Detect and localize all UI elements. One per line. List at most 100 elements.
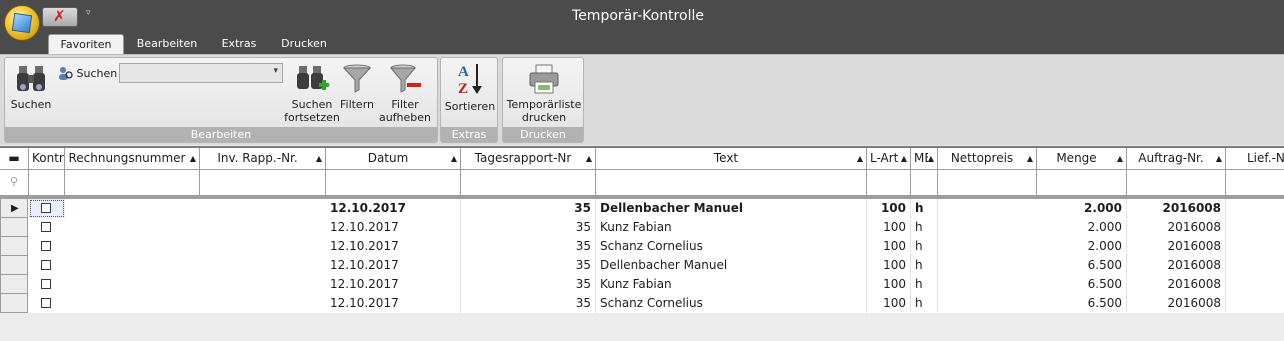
cell-text[interactable]: Dellenbacher Manuel [596, 199, 867, 218]
filter-cell-rechnungsnummer[interactable] [65, 170, 200, 196]
filter-cell-datum[interactable] [326, 170, 461, 196]
chevron-down-icon[interactable]: ▾ [273, 66, 278, 76]
cell-l-art[interactable]: 100 [867, 199, 911, 218]
filter-button[interactable]: Filtern [335, 64, 379, 111]
filter-cell-inv-rapp-nr[interactable] [200, 170, 326, 196]
column-header-lief-nr[interactable]: Lief.-Nr. [1226, 148, 1284, 170]
cell-menge[interactable]: 2.000 [1037, 199, 1127, 218]
cell-text[interactable]: Schanz Cornelius [596, 294, 867, 313]
column-header-inv-rapp-nr[interactable]: Inv. Rapp.-Nr. ▲ [200, 148, 326, 170]
cell-auftrag[interactable]: 2016008 [1127, 218, 1226, 237]
cell-menge[interactable]: 2.000 [1037, 237, 1127, 256]
row-selector[interactable] [0, 237, 28, 256]
filter-cell-kontrolliert[interactable] [29, 170, 65, 196]
cell-auftrag[interactable]: 2016008 [1127, 256, 1226, 275]
cell-menge[interactable]: 6.500 [1037, 256, 1127, 275]
cell-me[interactable]: h [911, 256, 938, 275]
cell-auftrag[interactable]: 2016008 [1127, 275, 1226, 294]
tab-drucken[interactable]: Drucken [274, 34, 334, 54]
filter-cell-tagesrapport-nr[interactable] [461, 170, 596, 196]
cell-auftrag[interactable]: 2016008 [1127, 199, 1226, 218]
sort-button[interactable]: A Z Sortieren [443, 62, 497, 113]
kontrolliert-checkbox[interactable] [41, 260, 51, 270]
cell-tagesrapport[interactable]: 35 [461, 256, 596, 275]
application-menu-button[interactable] [4, 5, 40, 41]
cell-text[interactable]: Kunz Fabian [596, 218, 867, 237]
cell-datum[interactable]: 12.10.2017 [326, 294, 461, 313]
cell-tagesrapport[interactable]: 35 [461, 294, 596, 313]
cell-auftrag[interactable]: 2016008 [1127, 294, 1226, 313]
cell-menge[interactable]: 6.500 [1037, 294, 1127, 313]
filter-cell-me[interactable] [911, 170, 938, 196]
cell-me[interactable]: h [911, 237, 938, 256]
cell-l-art[interactable]: 100 [867, 256, 911, 275]
row-selector[interactable]: ▶ [0, 199, 28, 218]
table-row[interactable]: ▶ 12.10.2017 35 Dellenbacher Manuel 100 … [0, 199, 1284, 218]
filter-cell-text[interactable] [596, 170, 867, 196]
column-header-text[interactable]: Text ▲ [596, 148, 867, 170]
cell-datum[interactable]: 12.10.2017 [326, 218, 461, 237]
tab-favoriten[interactable]: Favoriten [48, 34, 124, 55]
cell-l-art[interactable]: 100 [867, 218, 911, 237]
kontrolliert-checkbox[interactable] [41, 241, 51, 251]
cell-text[interactable]: Kunz Fabian [596, 275, 867, 294]
filter-cell-menge[interactable] [1037, 170, 1127, 196]
row-selector[interactable] [0, 218, 28, 237]
cell-l-art[interactable]: 100 [867, 294, 911, 313]
cell-datum[interactable]: 12.10.2017 [326, 256, 461, 275]
column-header-me[interactable]: ME ▲ [911, 148, 938, 170]
cell-l-art[interactable]: 100 [867, 237, 911, 256]
kontrolliert-checkbox[interactable] [41, 222, 51, 232]
table-row[interactable]: 12.10.2017 35 Schanz Cornelius 100 h 2.0… [0, 237, 1284, 256]
cell-tagesrapport[interactable]: 35 [461, 237, 596, 256]
table-row[interactable]: 12.10.2017 35 Schanz Cornelius 100 h 6.5… [0, 294, 1284, 313]
row-selector[interactable] [0, 275, 28, 294]
filter-cell-nettopreis[interactable] [938, 170, 1037, 196]
row-selector[interactable] [0, 294, 28, 313]
cell-menge[interactable]: 6.500 [1037, 275, 1127, 294]
cell-datum[interactable]: 12.10.2017 [326, 275, 461, 294]
table-row[interactable]: 12.10.2017 35 Dellenbacher Manuel 100 h … [0, 256, 1284, 275]
cell-tagesrapport[interactable]: 35 [461, 218, 596, 237]
column-header-datum[interactable]: Datum ▲ [326, 148, 461, 170]
column-header-auftrag-nr[interactable]: Auftrag-Nr. ▲ [1127, 148, 1226, 170]
filter-cell-l-art[interactable] [867, 170, 911, 196]
cell-me[interactable]: h [911, 294, 938, 313]
print-list-button[interactable]: Temporärliste drucken [505, 64, 583, 124]
search-button[interactable]: Suchen [9, 64, 53, 111]
cell-menge[interactable]: 2.000 [1037, 218, 1127, 237]
column-header-nettopreis[interactable]: Nettopreis ▲ [938, 148, 1037, 170]
cell-datum[interactable]: 12.10.2017 [326, 237, 461, 256]
row-selector[interactable] [0, 256, 28, 275]
select-all-header[interactable]: ▬ [0, 148, 29, 170]
cell-me[interactable]: h [911, 275, 938, 294]
search-combo[interactable]: ▾ [119, 63, 283, 83]
filter-cell-lief-nr[interactable] [1226, 170, 1284, 196]
cell-l-art[interactable]: 100 [867, 275, 911, 294]
cell-text[interactable]: Dellenbacher Manuel [596, 256, 867, 275]
continue-search-button[interactable]: Suchen fortsetzen [283, 64, 341, 124]
column-header-menge[interactable]: Menge ▲ [1037, 148, 1127, 170]
column-header-tagesrapport-nr[interactable]: Tagesrapport-Nr ▲ [461, 148, 596, 170]
table-row[interactable]: 12.10.2017 35 Kunz Fabian 100 h 2.000 20… [0, 218, 1284, 237]
cell-tagesrapport[interactable]: 35 [461, 199, 596, 218]
column-header-l-art[interactable]: L-Art ▲ [867, 148, 911, 170]
kontrolliert-checkbox[interactable] [41, 203, 51, 213]
remove-filter-button[interactable]: Filter aufheben [377, 64, 433, 124]
search-small-button[interactable]: Suchen [57, 66, 117, 80]
cell-me[interactable]: h [911, 199, 938, 218]
table-row[interactable]: 12.10.2017 35 Kunz Fabian 100 h 6.500 20… [0, 275, 1284, 294]
column-header-kontrolliert[interactable]: Kontrolliert [29, 148, 65, 170]
column-header-rechnungsnummer[interactable]: Rechnungsnummer ▲ [65, 148, 200, 170]
kontrolliert-checkbox[interactable] [41, 279, 51, 289]
filter-row-icon[interactable]: ⚲ [0, 170, 29, 196]
cell-auftrag[interactable]: 2016008 [1127, 237, 1226, 256]
kontrolliert-checkbox[interactable] [41, 298, 51, 308]
cell-me[interactable]: h [911, 218, 938, 237]
cell-text[interactable]: Schanz Cornelius [596, 237, 867, 256]
cell-tagesrapport[interactable]: 35 [461, 275, 596, 294]
filter-cell-auftrag-nr[interactable] [1127, 170, 1226, 196]
cell-datum[interactable]: 12.10.2017 [326, 199, 461, 218]
tab-extras[interactable]: Extras [212, 34, 266, 54]
tab-bearbeiten[interactable]: Bearbeiten [130, 34, 204, 54]
